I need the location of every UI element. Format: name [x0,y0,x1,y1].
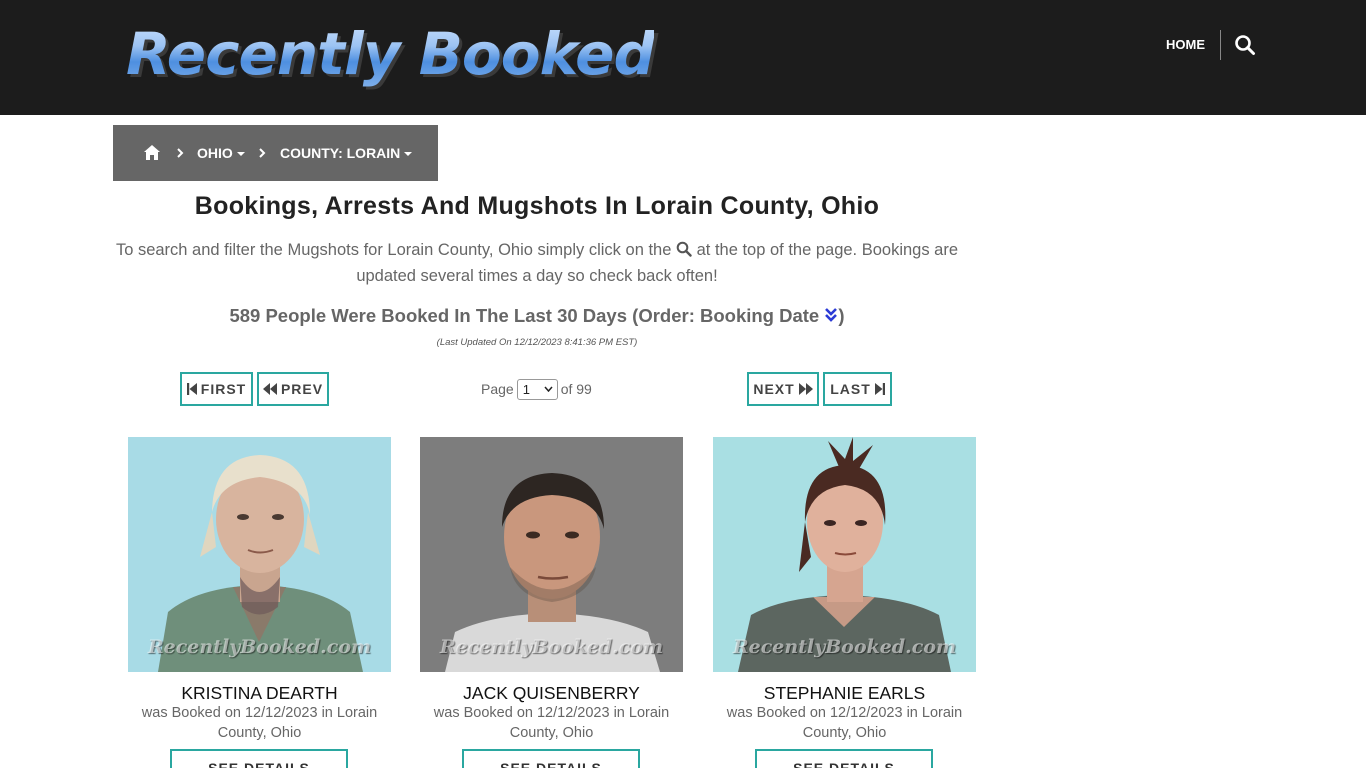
person-name[interactable]: JACK QUISENBERRY [420,682,683,704]
booking-info: was Booked on 12/12/2023 in Lorain Count… [433,705,670,741]
nav-home-link[interactable]: HOME [1166,36,1205,54]
step-backward-icon [186,383,197,395]
watermark: RecentlyBooked.com [439,636,664,658]
prev-page-label: PREV [280,381,324,397]
breadcrumb: OHIO COUNTY: LORAIN [113,125,438,181]
caret-down-icon [404,152,413,157]
mugshot-photo[interactable]: RecentlyBooked.com [420,437,683,672]
person-name[interactable]: KRISTINA DEARTH [128,682,391,704]
chevron-right-icon [258,144,268,162]
search-icon [676,239,692,257]
next-page-button[interactable]: NEXT [747,372,819,406]
person-name[interactable]: STEPHANIE EARLS [713,682,976,704]
chevron-right-icon [176,144,186,162]
page-select[interactable]: 1 [516,378,558,400]
intro-before: To search and filter the Mugshots for Lo… [115,241,672,259]
page-label: Page [481,381,514,397]
last-page-label: LAST [830,381,871,397]
site-logo[interactable]: Recently Booked Recently Booked [126,14,658,94]
mugshot-photo[interactable]: RecentlyBooked.com [713,437,976,672]
intro-text: To search and filter the Mugshots for Lo… [113,237,961,289]
site-header: Recently Booked Recently Booked HOME [0,0,1366,115]
breadcrumb-county[interactable]: COUNTY: LORAIN [280,144,413,162]
breadcrumb-state[interactable]: OHIO [197,144,245,162]
backward-icon [262,383,277,395]
nav-divider [1220,30,1221,60]
sort-desc-icon[interactable] [824,304,838,322]
prev-page-button[interactable]: PREV [257,372,329,406]
forward-icon [798,383,813,395]
chevron-down-icon [544,386,553,392]
home-icon[interactable] [143,144,161,161]
see-details-button[interactable]: SEE DETAILS [462,749,640,768]
see-details-button[interactable]: SEE DETAILS [170,749,348,768]
logo-text: Recently Booked [126,14,655,94]
booking-info: was Booked on 12/12/2023 in Lorain Count… [726,705,963,741]
first-page-button[interactable]: FIRST [180,372,253,406]
caret-down-icon [236,152,245,157]
page-selector: Page 1 of 99 [481,378,592,400]
watermark: RecentlyBooked.com [732,636,957,658]
booking-count-close: ) [838,305,845,326]
last-page-button[interactable]: LAST [823,372,892,406]
breadcrumb-state-label: OHIO [197,145,233,161]
search-icon[interactable] [1234,34,1256,56]
watermark: RecentlyBooked.com [147,636,372,658]
booking-info: was Booked on 12/12/2023 in Lorain Count… [141,705,378,741]
breadcrumb-county-label: COUNTY: LORAIN [280,145,401,161]
next-page-label: NEXT [753,381,795,397]
mugshot-photo[interactable]: RecentlyBooked.com [128,437,391,672]
page-title: Bookings, Arrests And Mugshots In Lorain… [194,192,880,220]
step-forward-icon [874,383,885,395]
booking-count: 589 People Were Booked In The Last 30 Da… [113,303,961,329]
see-details-button[interactable]: SEE DETAILS [755,749,933,768]
first-page-label: FIRST [200,381,247,397]
page-select-value: 1 [522,381,530,397]
page-total: of 99 [560,381,592,397]
last-updated: (Last Updated On 12/12/2023 8:41:36 PM E… [436,337,638,348]
booking-count-text: 589 People Were Booked In The Last 30 Da… [229,305,820,326]
